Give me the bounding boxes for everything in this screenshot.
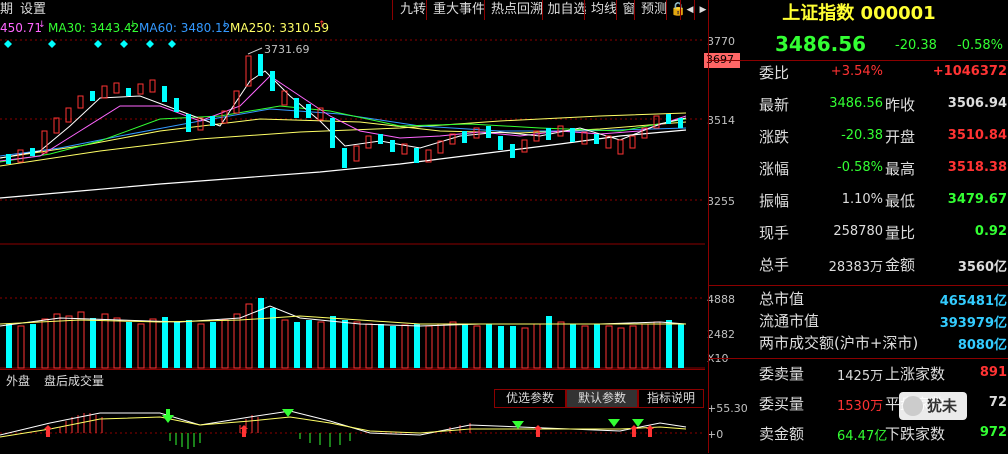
row-label-1: 振幅 [759, 192, 790, 210]
optimized-params-button[interactable]: 优选参数 [494, 389, 566, 408]
ma30-arrow-icon: ↓ [129, 20, 137, 30]
row-value-2: 0.92 [974, 224, 1007, 239]
quote-row: 委比 +3.54% +1046372 [709, 62, 1008, 93]
market-cap-row: 两市成交额(沪市+深市) 8080亿 [709, 332, 1008, 354]
ma30-label: MA30: 3443.42 [48, 21, 140, 35]
macd-indicator-chart [0, 409, 705, 449]
volume-bar-chart [0, 297, 705, 369]
row-value-2: 3560亿 [957, 260, 1007, 275]
row-label-1: 总手 [759, 256, 790, 274]
order-value-1: 64.47亿 [837, 429, 888, 444]
current-price: 3486.56 [775, 32, 867, 56]
order-book-row: 卖金额 64.47亿 下跌家数 972 [709, 423, 1008, 454]
period-menu[interactable]: 期 [0, 0, 13, 20]
ma-arrow-icon: ↓ [38, 20, 46, 30]
row-label-2: 昨收 [885, 96, 916, 114]
row-value-2: 3510.84 [947, 128, 1007, 143]
quote-panel: 上证指数 000001 3486.56 -20.38 -0.58% 委比 +3.5… [708, 0, 1008, 453]
row-value-2: 3506.94 [947, 96, 1007, 111]
ma-value-partial: 450.71 [0, 21, 42, 35]
order-value-1: 1530万 [837, 399, 884, 414]
order-label-2: 上涨家数 [885, 365, 946, 383]
watermark-text: 犹未 [927, 397, 958, 415]
price-change: -20.38 [895, 38, 937, 53]
indicator-tabs: 外盘 盘后成交量 [0, 369, 705, 388]
order-label-2: 下跌家数 [885, 425, 946, 443]
row-value-1: +3.54% [830, 64, 883, 79]
quote-row: 涨跌 -20.38 开盘 3510.84 [709, 126, 1008, 157]
order-value-2: 972 [979, 425, 1007, 440]
row-value-1: 28383万 [828, 260, 883, 275]
market-cap-value: 465481亿 [939, 294, 1007, 309]
indicator-help-button[interactable]: 指标说明 [638, 389, 704, 408]
top-menu-bar: 期 设置 九转 重大事件 热点回溯 加自选 均线 窗 预测 🔒 ◀ ▶ [0, 0, 708, 20]
settings-menu[interactable]: 设置 [20, 0, 46, 20]
row-value-1: -20.38 [841, 128, 883, 143]
row-label-1: 委比 [759, 64, 790, 82]
wechat-icon [903, 396, 923, 416]
row-label-1: 涨跌 [759, 128, 790, 146]
row-label-1: 最新 [759, 96, 790, 114]
order-book-row: 委卖量 1425万 上涨家数 891 [709, 363, 1008, 394]
row-label-2: 最高 [885, 160, 916, 178]
row-value-1: -0.58% [837, 160, 883, 175]
market-cap-value: 8080亿 [957, 338, 1007, 353]
row-value-1: 1.10% [841, 192, 883, 207]
quote-row: 涨幅 -0.58% 最高 3518.38 [709, 158, 1008, 189]
major-events-button[interactable]: 重大事件 [426, 0, 491, 20]
market-cap-row: 流通市值 393979亿 [709, 310, 1008, 332]
ma60-label: MA60: 3480.12 [139, 21, 231, 35]
signal-diamonds [4, 40, 176, 48]
ma250-arrow-icon: ↑ [318, 20, 326, 30]
order-value-1: 1425万 [837, 369, 884, 384]
price-candlestick-chart [0, 39, 705, 245]
market-cap-value: 393979亿 [939, 316, 1007, 331]
quote-row: 最新 3486.56 昨收 3506.94 [709, 94, 1008, 125]
quote-row: 总手 28383万 金额 3560亿 [709, 254, 1008, 285]
price-header: 3486.56 -20.38 -0.58% [709, 28, 1008, 61]
market-cap-row: 总市值 465481亿 [709, 288, 1008, 310]
after-hours-volume-tab[interactable]: 盘后成交量 [44, 372, 104, 389]
row-value-2: 3479.67 [947, 192, 1007, 207]
order-value-2: 72 [988, 395, 1007, 410]
order-label-1: 委卖量 [759, 365, 805, 383]
row-value-1: 3486.56 [829, 96, 883, 111]
outer-tab[interactable]: 外盘 [6, 372, 30, 389]
kline-chart-area[interactable]: 期 设置 九转 重大事件 热点回溯 加自选 均线 窗 预测 🔒 ◀ ▶ 450.… [0, 0, 748, 453]
index-title: 上证指数 000001 [782, 3, 936, 24]
market-cap-stats: 总市值 465481亿流通市值 393979亿两市成交额(沪市+深市) 8080亿 [709, 285, 1008, 358]
row-label-2: 最低 [885, 192, 916, 210]
candles [6, 54, 683, 168]
order-value-2: 891 [979, 365, 1007, 380]
price-change-pct: -0.58% [957, 38, 1003, 53]
row-value-2: +1046372 [932, 64, 1007, 79]
ma60-arrow-icon: ↓ [221, 20, 229, 30]
market-cap-label: 两市成交额(沪市+深市) [759, 334, 919, 352]
row-label-2: 量比 [885, 224, 916, 242]
row-label-1: 现手 [759, 224, 790, 242]
high-price-label: 3731.69 [264, 43, 310, 56]
row-label-2: 开盘 [885, 128, 916, 146]
order-label-1: 委买量 [759, 395, 805, 413]
ma250-label: MA250: 3310.59 [230, 21, 329, 35]
row-value-1: 258780 [833, 224, 883, 239]
market-cap-label: 流通市值 [759, 312, 820, 330]
quote-row: 振幅 1.10% 最低 3479.67 [709, 190, 1008, 221]
default-params-button[interactable]: 默认参数 [566, 389, 638, 408]
order-label-1: 卖金额 [759, 425, 805, 443]
row-value-2: 3518.38 [947, 160, 1007, 175]
quote-stats: 委比 +3.54% +1046372 最新 3486.56 昨收 3506.94 涨跌 -20.… [709, 60, 1008, 285]
row-label-2: 金额 [885, 256, 916, 274]
row-label-1: 涨幅 [759, 160, 790, 178]
watermark: 犹未 [899, 392, 967, 420]
quote-row: 现手 258780 量比 0.92 [709, 222, 1008, 253]
hotspot-review-button[interactable]: 热点回溯 [484, 0, 549, 20]
market-cap-label: 总市值 [759, 290, 805, 308]
volume-bars [6, 298, 684, 369]
